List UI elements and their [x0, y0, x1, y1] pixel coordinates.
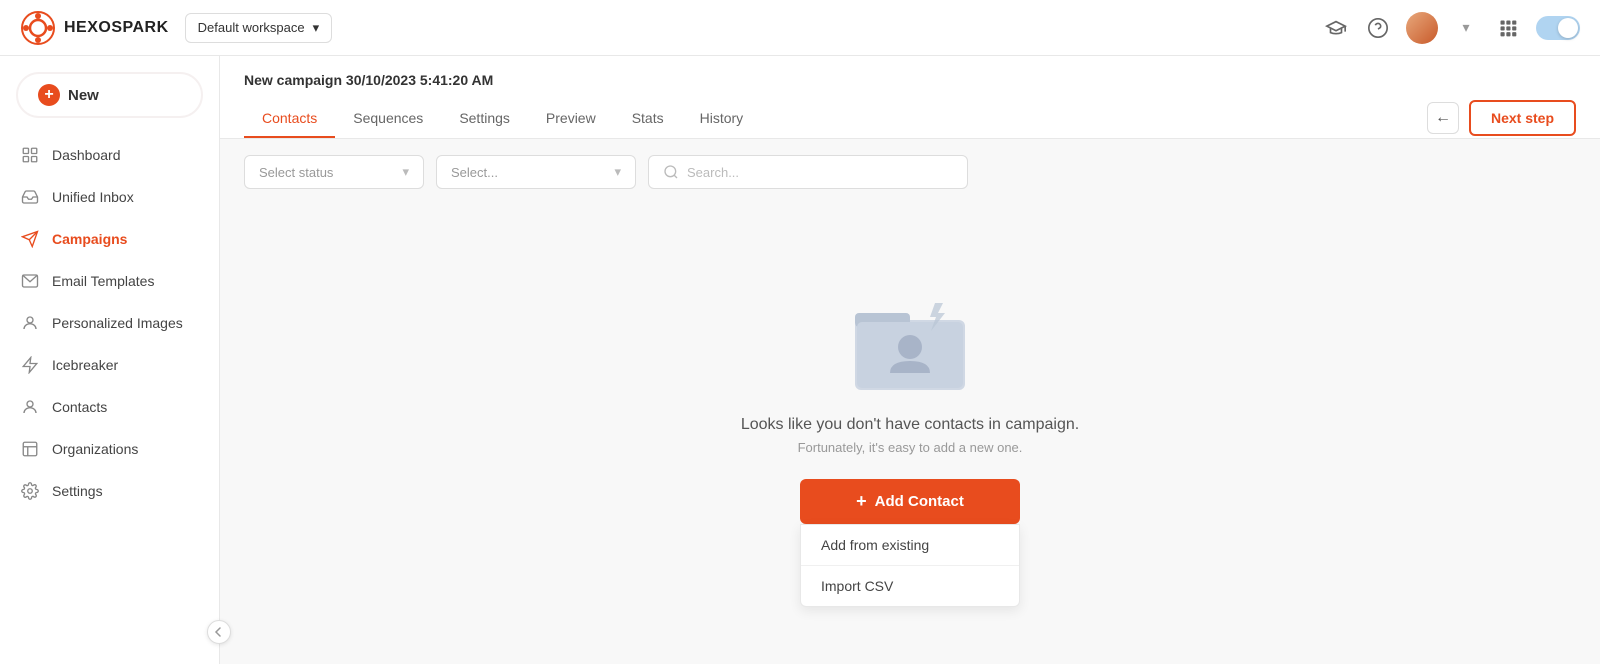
plus-icon: +: [856, 491, 867, 512]
campaign-title: New campaign 30/10/2023 5:41:20 AM: [244, 72, 1576, 88]
graduation-icon[interactable]: [1322, 14, 1350, 42]
add-contact-button[interactable]: + Add Contact: [800, 479, 1020, 524]
sidebar-navigation: Dashboard Unified Inbox Campaigns Email …: [0, 126, 219, 664]
sidebar-item-dashboard[interactable]: Dashboard: [0, 134, 219, 176]
search-box[interactable]: Search...: [648, 155, 968, 189]
sidebar-collapse-button[interactable]: [207, 620, 231, 644]
sidebar: + New Dashboard Unified Inbox Campa: [0, 56, 220, 664]
workspace-selector[interactable]: Default workspace ▾: [185, 13, 332, 43]
sidebar-item-settings[interactable]: Settings: [0, 470, 219, 512]
logo: HEXOSPARK: [20, 10, 169, 46]
tab-sequences[interactable]: Sequences: [335, 100, 441, 138]
add-contact-dropdown: Add from existing Import CSV: [800, 524, 1020, 607]
top-navigation: HEXOSPARK Default workspace ▾ ▾: [0, 0, 1600, 56]
avatar[interactable]: [1406, 12, 1438, 44]
campaigns-icon: [20, 229, 40, 249]
tab-preview[interactable]: Preview: [528, 100, 614, 138]
new-button[interactable]: + New: [16, 72, 203, 118]
chevron-down-icon[interactable]: ▾: [1452, 14, 1480, 42]
search-icon: [663, 164, 679, 180]
status-filter[interactable]: Select status ▾: [244, 155, 424, 189]
tab-stats[interactable]: Stats: [614, 100, 682, 138]
sidebar-item-icebreaker[interactable]: Icebreaker: [0, 344, 219, 386]
apps-grid-icon[interactable]: [1494, 14, 1522, 42]
dashboard-icon: [20, 145, 40, 165]
sidebar-item-organizations[interactable]: Organizations: [0, 428, 219, 470]
dropdown-item-import-csv[interactable]: Import CSV: [801, 566, 1019, 606]
next-step-button[interactable]: Next step: [1469, 100, 1576, 136]
tab-contacts[interactable]: Contacts: [244, 100, 335, 138]
personalized-images-icon: [20, 313, 40, 333]
settings-icon: [20, 481, 40, 501]
sidebar-item-email-templates[interactable]: Email Templates: [0, 260, 219, 302]
tab-settings[interactable]: Settings: [441, 100, 528, 138]
help-icon[interactable]: [1364, 14, 1392, 42]
icebreaker-icon: [20, 355, 40, 375]
empty-state: Looks like you don't have contacts in ca…: [220, 205, 1600, 664]
sidebar-item-campaigns[interactable]: Campaigns: [0, 218, 219, 260]
empty-folder-illustration: [845, 285, 975, 400]
plus-icon: +: [38, 84, 60, 106]
filters-row: Select status ▾ Select... ▾ Search...: [220, 139, 1600, 205]
chevron-down-icon: ▾: [402, 164, 409, 180]
tab-history[interactable]: History: [682, 100, 762, 138]
add-contact-wrapper: + Add Contact Add from existing Import C…: [800, 479, 1020, 524]
empty-subtitle: Fortunately, it's easy to add a new one.: [798, 440, 1023, 455]
tabs: Contacts Sequences Settings Preview Stat…: [244, 100, 761, 138]
sidebar-item-unified-inbox[interactable]: Unified Inbox: [0, 176, 219, 218]
empty-title: Looks like you don't have contacts in ca…: [741, 416, 1079, 434]
theme-toggle[interactable]: [1536, 16, 1580, 40]
back-button[interactable]: ←: [1427, 102, 1459, 134]
logo-text: HEXOSPARK: [64, 19, 169, 37]
inbox-icon: [20, 187, 40, 207]
content-header: New campaign 30/10/2023 5:41:20 AM Conta…: [220, 56, 1600, 139]
main-content: New campaign 30/10/2023 5:41:20 AM Conta…: [220, 56, 1600, 664]
organizations-icon: [20, 439, 40, 459]
sidebar-item-contacts[interactable]: Contacts: [0, 386, 219, 428]
sidebar-item-personalized-images[interactable]: Personalized Images: [0, 302, 219, 344]
chevron-down-icon: ▾: [313, 20, 320, 36]
select-filter[interactable]: Select... ▾: [436, 155, 636, 189]
email-templates-icon: [20, 271, 40, 291]
dropdown-item-add-existing[interactable]: Add from existing: [801, 525, 1019, 566]
chevron-down-icon: ▾: [614, 164, 621, 180]
contacts-icon: [20, 397, 40, 417]
